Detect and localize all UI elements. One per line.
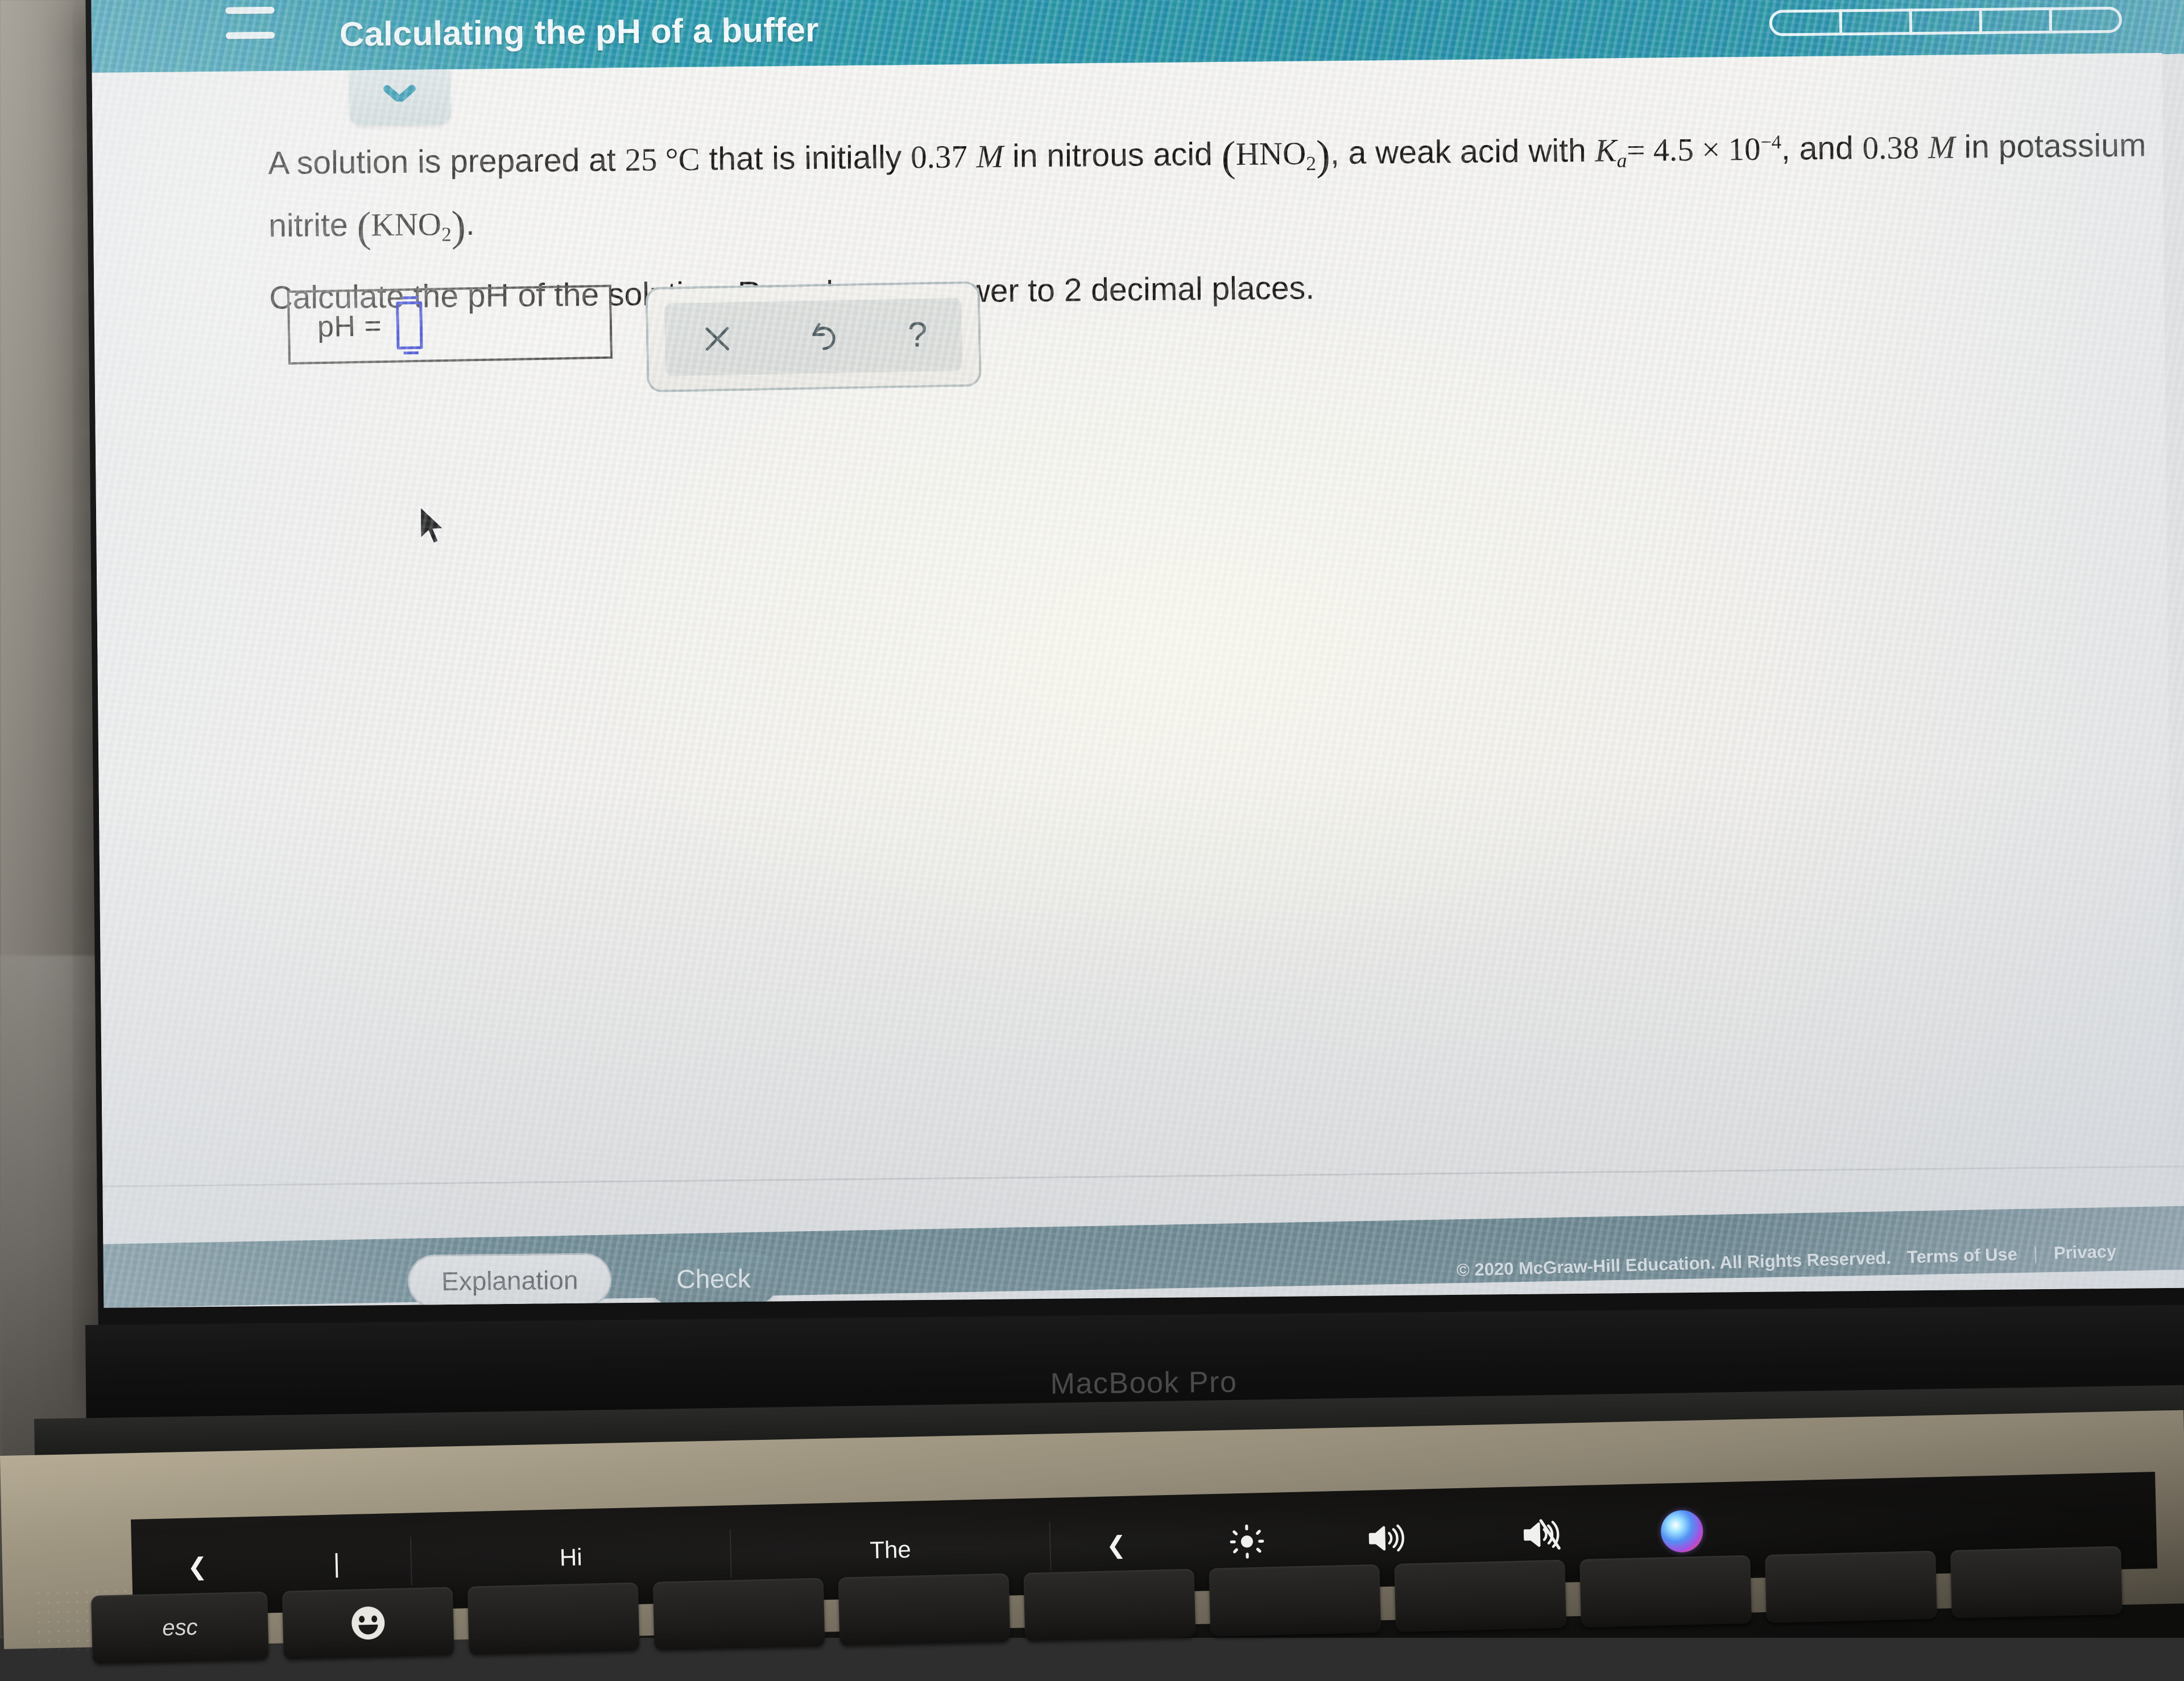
function-key[interactable] (468, 1582, 640, 1654)
salt-formula-subscript: 2 (441, 223, 452, 245)
close-paren: ) (1316, 132, 1330, 179)
touchbar-suggestion-1[interactable]: Hi (411, 1540, 730, 1575)
question-part: , and (1781, 130, 1863, 167)
terms-of-use-link[interactable]: Terms of Use (1907, 1244, 2018, 1268)
question-part: A solution is prepared at (268, 142, 625, 181)
ka-subscript: a (1617, 150, 1627, 172)
open-paren: ( (1221, 133, 1236, 180)
function-key[interactable] (1209, 1564, 1381, 1637)
function-key[interactable] (838, 1574, 1011, 1646)
function-key[interactable] (1950, 1546, 2123, 1618)
esc-key[interactable]: esc (91, 1591, 269, 1664)
question-part: , a weak acid with (1330, 133, 1595, 171)
ph-label: pH = (317, 309, 382, 344)
siri-orb-icon[interactable] (1624, 1509, 1739, 1554)
function-key[interactable] (653, 1578, 825, 1650)
touchbar-back-chevron[interactable]: ❮ (131, 1551, 263, 1581)
ka-symbol: K (1595, 133, 1617, 168)
ph-input[interactable] (396, 301, 423, 350)
photo-scene: Calculating the pH of a buffer A solutio… (0, 0, 2184, 1638)
function-key[interactable] (1579, 1555, 1752, 1628)
progress-indicator[interactable] (1769, 7, 2122, 36)
function-key[interactable] (1765, 1551, 1937, 1623)
progress-segment (1979, 7, 2052, 34)
progress-segment (2049, 7, 2122, 34)
mouse-pointer-icon (418, 504, 450, 552)
siri-orb-glyph (1660, 1510, 1703, 1553)
progress-segment (1769, 9, 1842, 36)
laptop-screen: Calculating the pH of a buffer A solutio… (91, 0, 2184, 1308)
progress-segment (1839, 9, 1912, 35)
touchbar-text-cursor[interactable]: | (262, 1546, 411, 1580)
check-button[interactable]: Check (648, 1251, 779, 1306)
footer-separator: | (2033, 1244, 2038, 1264)
undo-arrow-icon[interactable] (803, 318, 839, 354)
molar-symbol: M (1928, 130, 1955, 165)
salt-formula: KNO (371, 206, 441, 243)
acid-concentration: 0.37 (911, 139, 967, 175)
progress-segment (1909, 8, 1982, 35)
function-key[interactable] (1394, 1560, 1566, 1632)
chevron-down-icon (382, 88, 417, 107)
macbook-brand-label: MacBook Pro (1050, 1365, 1237, 1401)
answer-row: pH = (287, 283, 981, 395)
close-x-icon[interactable] (699, 321, 735, 357)
answer-toolbar: ? (645, 281, 981, 392)
collapse-panel-tab[interactable] (349, 69, 451, 126)
molar-symbol: M (977, 139, 1004, 175)
volume-mute-icon[interactable] (1460, 1515, 1625, 1554)
touchbar-suggestion-2[interactable]: The (731, 1533, 1050, 1567)
question-mark-icon[interactable]: ? (907, 317, 928, 353)
hamburger-icon[interactable] (222, 14, 278, 56)
explanation-button[interactable]: Explanation (408, 1253, 612, 1308)
acid-formula-subscript: 2 (1306, 152, 1316, 175)
volume-up-icon[interactable] (1312, 1519, 1461, 1558)
laptop-lid: Calculating the pH of a buffer A solutio… (85, 0, 2184, 1376)
footer-buttons: Explanation Check (408, 1251, 780, 1307)
emoji-key[interactable] (282, 1587, 454, 1659)
smiley-icon (351, 1606, 385, 1639)
question-part: . (465, 206, 474, 242)
open-paren: ( (357, 204, 371, 251)
close-paren: ) (451, 202, 466, 250)
ka-exponent: −4 (1760, 132, 1781, 153)
function-key[interactable] (1024, 1569, 1196, 1641)
brightness-icon[interactable] (1181, 1522, 1313, 1560)
answer-toolbar-inner: ? (664, 297, 962, 376)
acid-formula: HNO (1235, 136, 1306, 172)
touchbar-collapse-chevron[interactable]: ❮ (1050, 1529, 1182, 1560)
question-part: that is initially (700, 139, 911, 177)
salt-concentration: 0.38 (1862, 130, 1919, 166)
answer-box[interactable]: pH = (287, 285, 613, 365)
temperature-value: 25 °C (624, 142, 700, 178)
privacy-link[interactable]: Privacy (2054, 1241, 2117, 1264)
ka-value: = 4.5 × 10 (1627, 131, 1761, 168)
page-title: Calculating the pH of a buffer (340, 10, 819, 53)
question-part: in nitrous acid (1003, 136, 1222, 175)
